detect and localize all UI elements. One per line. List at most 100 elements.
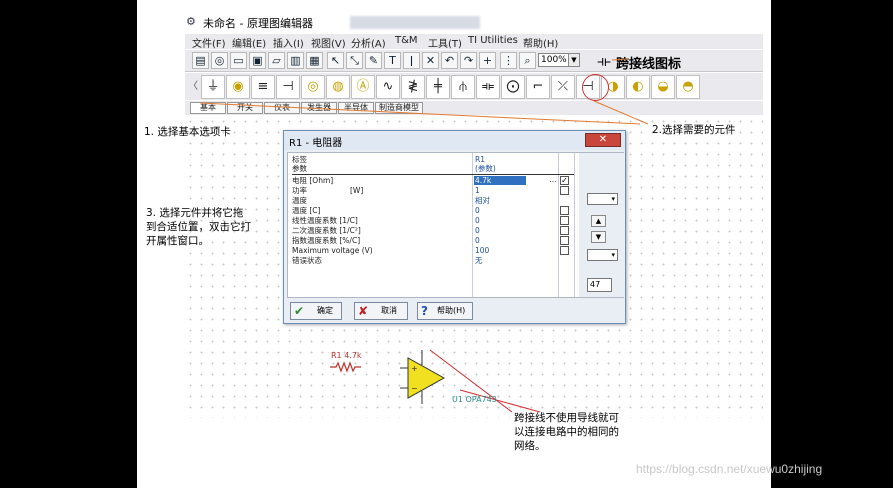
resistor-icon[interactable]: ∿ [376,75,400,99]
capacitor-icon[interactable]: ⊣ [276,75,300,99]
undo-icon[interactable]: ↶ [441,52,458,69]
param-value[interactable]: 0 [475,236,480,245]
main-toolbar: ▤ ◎ ▭ ▣ ▱ ▥ ▦ ↖ ⤡ ✎ T ǀ ✕ ↶ ↷ + ⋮ ⌕ 100%… [185,50,763,72]
chip-icon[interactable]: ▦ [306,52,323,69]
header-value[interactable]: R1 [475,155,485,164]
down-arrow-icon[interactable]: ▼ [591,231,606,243]
param-unit: [W] [350,186,364,195]
voltage-source-icon[interactable]: ◎ [301,75,325,99]
side-value-field[interactable]: 47 [587,278,612,292]
window-title: 未命名 - 原理图编辑器 [203,17,313,30]
resistance-input[interactable]: 4.7k [475,176,491,185]
side-dropdown-bottom[interactable]: ▾ [587,249,618,261]
blurred-title-text [350,16,480,29]
print-icon[interactable]: ▥ [287,52,304,69]
text-tool-icon[interactable]: T [384,52,401,69]
checkbox[interactable] [560,186,569,195]
chevron-down-icon[interactable]: ▼ [568,53,580,67]
param-value[interactable]: 100 [475,246,489,255]
pointer-icon[interactable]: ↖ [327,52,344,69]
bus-icon[interactable]: ǀ [403,52,420,69]
more-button[interactable]: ... [547,176,559,185]
param-name: 功率 [292,186,307,195]
param-value[interactable]: 0 [475,226,480,235]
pen-icon[interactable]: ✎ [365,52,382,69]
grid-icon[interactable]: ⋮ [500,52,517,69]
app-logo-icon: ⚙ [186,15,196,28]
close-button[interactable]: ✕ [585,133,621,147]
menu-view[interactable]: 视图(V) [311,35,346,50]
menu-ti-utilities[interactable]: TI Utilities [468,35,518,46]
param-value[interactable]: 相对 [475,196,490,205]
param-name: 温度 [292,196,307,205]
junction-icon[interactable]: + [479,52,496,69]
param-value[interactable]: 无 [475,256,483,265]
tab-manufacturer-models[interactable]: 制造商模型 [375,102,423,114]
checkbox[interactable] [560,216,569,225]
buzzer-icon[interactable]: ◓ [676,75,700,99]
param-value[interactable]: 0 [475,216,480,225]
param-name: Maximum voltage (V) [292,246,373,255]
open-folder-icon[interactable]: ▱ [268,52,285,69]
menu-tm[interactable]: T&M [395,35,418,46]
up-arrow-icon[interactable]: ▲ [591,215,606,227]
param-name: 温度 [C] [292,206,321,215]
capacitor-alt-icon[interactable]: ╪ [426,75,450,99]
header-name2: 参数 [292,164,307,173]
wire-tool-icon[interactable]: ⤡ [346,52,363,69]
menu-file[interactable]: 文件(F) [192,35,226,50]
open-icon[interactable]: ▤ [192,52,209,69]
delete-icon[interactable]: ✕ [422,52,439,69]
checkbox[interactable] [560,226,569,235]
jumper-note-line2: 以连接电路中的相同的 [514,426,619,438]
menu-insert[interactable]: 插入(I) [273,35,304,50]
resistor-symbol[interactable] [330,361,361,373]
ok-button[interactable]: ✔ 确定 [290,302,342,320]
inductor-icon[interactable]: ⫛ [451,75,475,99]
ac-source-icon[interactable]: ◍ [326,75,350,99]
jumper-wire-icon[interactable]: ⟛ [594,51,614,71]
jumper-note-line1: 跨接线不使用导线就可 [514,412,619,424]
checkbox-checked[interactable]: ✓ [560,176,569,185]
dc-source-icon[interactable]: ≡ [251,75,275,99]
menu-analysis[interactable]: 分析(A) [351,35,386,50]
step3-line1: 3. 选择元件并将它拖 [146,207,244,219]
help-button[interactable]: ? 帮助(H) [417,302,473,320]
current-source-icon[interactable]: Ⓐ [351,75,375,99]
folder-icon[interactable]: ▭ [230,52,247,69]
tab-semiconductors[interactable]: 半导体 [338,102,374,114]
zoom-icon[interactable]: ⌕ [519,52,536,69]
tab-basic[interactable]: 基本 [190,102,226,114]
dialog-title-bar: R1 - 电阻器 ✕ [284,131,625,150]
menu-tools[interactable]: 工具(T) [428,35,462,50]
param-value[interactable]: 0 [475,206,480,215]
ok-label: 确定 [317,306,333,315]
globe-icon[interactable]: ◎ [211,52,228,69]
battery-icon[interactable]: ◉ [226,75,250,99]
minus-sign: − [411,384,418,393]
coupled-inductor-icon[interactable]: ⨀ [501,75,525,99]
tab-generators[interactable]: 发生器 [301,102,337,114]
menu-edit[interactable]: 编辑(E) [232,35,266,50]
tab-switches[interactable]: 开关 [227,102,263,114]
checkbox[interactable] [560,206,569,215]
probe-icon[interactable]: ◐ [626,75,650,99]
potentiometer-icon[interactable]: ≹ [401,75,425,99]
header-name: 标签 [292,155,307,164]
ground-icon[interactable]: ⏚ [201,75,225,99]
checkbox[interactable] [560,246,569,255]
menu-help[interactable]: 帮助(H) [523,35,558,50]
switch-icon[interactable]: ⌐ [526,75,550,99]
lamp-icon[interactable]: ◒ [651,75,675,99]
save-icon[interactable]: ▣ [249,52,266,69]
chevron-left-icon[interactable]: 〈 [188,77,198,97]
param-value[interactable]: 1 [475,186,480,195]
redo-icon[interactable]: ↷ [460,52,477,69]
transformer-icon[interactable]: ⟚ [476,75,500,99]
variable-resistor-icon[interactable]: ⤫ [551,75,575,99]
cancel-button[interactable]: ✘ 取消 [354,302,408,320]
param-name: 电阻 [Ohm] [292,176,334,185]
tab-meters[interactable]: 仪表 [264,102,300,114]
side-dropdown-top[interactable]: ▾ [587,193,618,205]
checkbox[interactable] [560,236,569,245]
